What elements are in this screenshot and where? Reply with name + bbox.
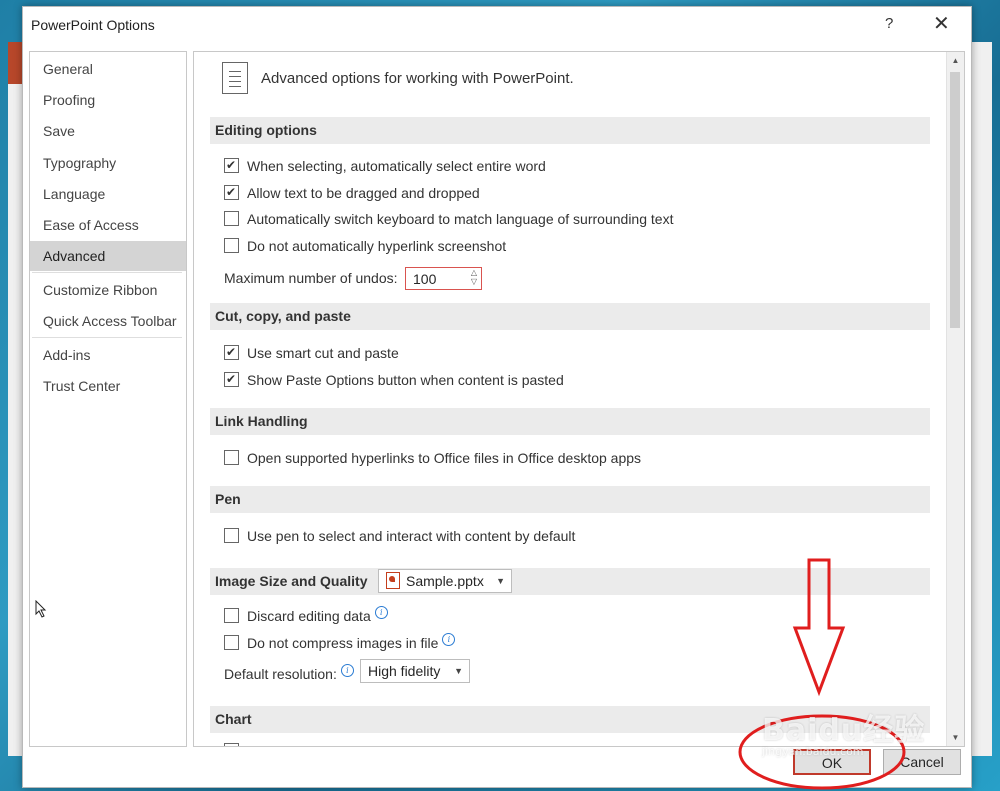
option-label: Do not automatically hyperlink screensho… — [247, 238, 507, 254]
undos-value: 100 — [413, 271, 437, 287]
image-file-select[interactable]: Sample.pptx ▼ — [378, 569, 512, 593]
option-label: Do not compress images in file — [247, 635, 439, 651]
checkbox-checked-icon[interactable] — [224, 369, 239, 389]
checkbox-unchecked-icon[interactable] — [224, 743, 239, 746]
info-icon[interactable]: i — [340, 664, 354, 677]
option-label: Open supported hyperlinks to Office file… — [247, 450, 642, 466]
section-pen: Pen — [210, 486, 930, 513]
option-no-hyperlink-screenshot[interactable]: Do not automatically hyperlink screensho… — [224, 236, 506, 256]
sidebar-item-typography[interactable]: Typography — [30, 148, 186, 178]
sidebar-item-customize-ribbon[interactable]: Customize Ribbon — [30, 275, 186, 305]
checkbox-unchecked-icon[interactable] — [224, 528, 239, 543]
checkbox-checked-icon[interactable] — [224, 182, 239, 202]
watermark-text: Baidu经验 — [762, 713, 926, 748]
sidebar-item-general[interactable]: General — [30, 54, 186, 84]
option-label: Discard editing data — [247, 608, 371, 624]
scroll-up-icon[interactable]: ▲ — [947, 52, 964, 69]
chevron-down-icon: ▼ — [496, 576, 505, 586]
section-editing-options: Editing options — [210, 117, 930, 144]
option-chart-partial[interactable] — [224, 741, 247, 746]
section-cut-copy-paste: Cut, copy, and paste — [210, 303, 930, 330]
sidebar-item-advanced[interactable]: Advanced — [30, 241, 186, 271]
sidebar-item-ease-of-access[interactable]: Ease of Access — [30, 210, 186, 240]
option-do-not-compress-images[interactable]: Do not compress images in file i — [224, 633, 456, 653]
sidebar-divider — [32, 272, 182, 273]
advanced-options-panel: Advanced options for working with PowerP… — [193, 51, 965, 747]
option-show-paste-options[interactable]: Show Paste Options button when content i… — [224, 369, 564, 390]
undos-label: Maximum number of undos: — [224, 270, 398, 286]
chevron-down-icon: ▼ — [454, 666, 463, 676]
checkbox-unchecked-icon[interactable] — [224, 635, 239, 650]
option-label: Use pen to select and interact with cont… — [247, 528, 576, 544]
option-label: Allow text to be dragged and dropped — [247, 185, 480, 201]
undos-spinner[interactable]: 100 △ ▽ — [405, 267, 482, 290]
scroll-down-icon[interactable]: ▼ — [947, 729, 964, 746]
options-sidebar: General Proofing Save Typography Languag… — [29, 51, 187, 747]
powerpoint-file-icon — [386, 572, 400, 589]
option-discard-editing-data[interactable]: Discard editing data i — [224, 606, 388, 626]
options-dialog: PowerPoint Options ? ✕ General Proofing … — [22, 6, 972, 788]
default-resolution-select[interactable]: High fidelity ▼ — [360, 659, 470, 683]
sidebar-item-quick-access-toolbar[interactable]: Quick Access Toolbar — [30, 306, 186, 336]
info-icon[interactable]: i — [442, 633, 456, 646]
checkbox-unchecked-icon[interactable] — [224, 238, 239, 253]
option-label: Automatically switch keyboard to match l… — [247, 211, 674, 227]
options-list-icon — [222, 62, 248, 94]
sidebar-item-language[interactable]: Language — [30, 179, 186, 209]
sidebar-item-proofing[interactable]: Proofing — [30, 85, 186, 115]
baidu-watermark: Baidu经验 jingyan.baidu.com — [762, 705, 925, 758]
option-use-pen[interactable]: Use pen to select and interact with cont… — [224, 526, 575, 546]
help-button[interactable]: ? — [885, 15, 893, 32]
mouse-cursor-icon — [35, 600, 47, 618]
sidebar-divider — [32, 337, 182, 338]
option-smart-cut-paste[interactable]: Use smart cut and paste — [224, 342, 399, 363]
option-label: Show Paste Options button when content i… — [247, 372, 564, 388]
option-switch-keyboard[interactable]: Automatically switch keyboard to match l… — [224, 209, 673, 229]
option-label: Use smart cut and paste — [247, 345, 399, 361]
close-button[interactable]: ✕ — [933, 11, 950, 36]
image-file-value: Sample.pptx — [406, 573, 484, 589]
spinner-arrows-icon[interactable]: △ ▽ — [471, 268, 477, 286]
dialog-title: PowerPoint Options — [31, 17, 155, 33]
section-image-size-quality: Image Size and Quality — [210, 568, 930, 595]
resolution-value: High fidelity — [368, 663, 441, 679]
default-resolution-label: Default resolution: i — [224, 664, 354, 682]
checkbox-checked-icon[interactable] — [224, 342, 239, 362]
panel-header: Advanced options for working with PowerP… — [261, 70, 574, 87]
checkbox-checked-icon[interactable] — [224, 155, 239, 175]
option-drag-and-drop[interactable]: Allow text to be dragged and dropped — [224, 182, 480, 203]
option-select-entire-word[interactable]: When selecting, automatically select ent… — [224, 155, 546, 176]
option-label: When selecting, automatically select ent… — [247, 158, 546, 174]
sidebar-item-save[interactable]: Save — [30, 116, 186, 146]
checkbox-unchecked-icon[interactable] — [224, 211, 239, 226]
sidebar-item-add-ins[interactable]: Add-ins — [30, 340, 186, 370]
vertical-scrollbar[interactable]: ▲ ▼ — [946, 52, 964, 746]
scrollbar-thumb[interactable] — [950, 72, 960, 328]
option-open-hyperlinks-desktop[interactable]: Open supported hyperlinks to Office file… — [224, 448, 641, 468]
checkbox-unchecked-icon[interactable] — [224, 450, 239, 465]
info-icon[interactable]: i — [374, 606, 388, 619]
sidebar-item-trust-center[interactable]: Trust Center — [30, 371, 186, 401]
checkbox-unchecked-icon[interactable] — [224, 608, 239, 623]
section-link-handling: Link Handling — [210, 408, 930, 435]
